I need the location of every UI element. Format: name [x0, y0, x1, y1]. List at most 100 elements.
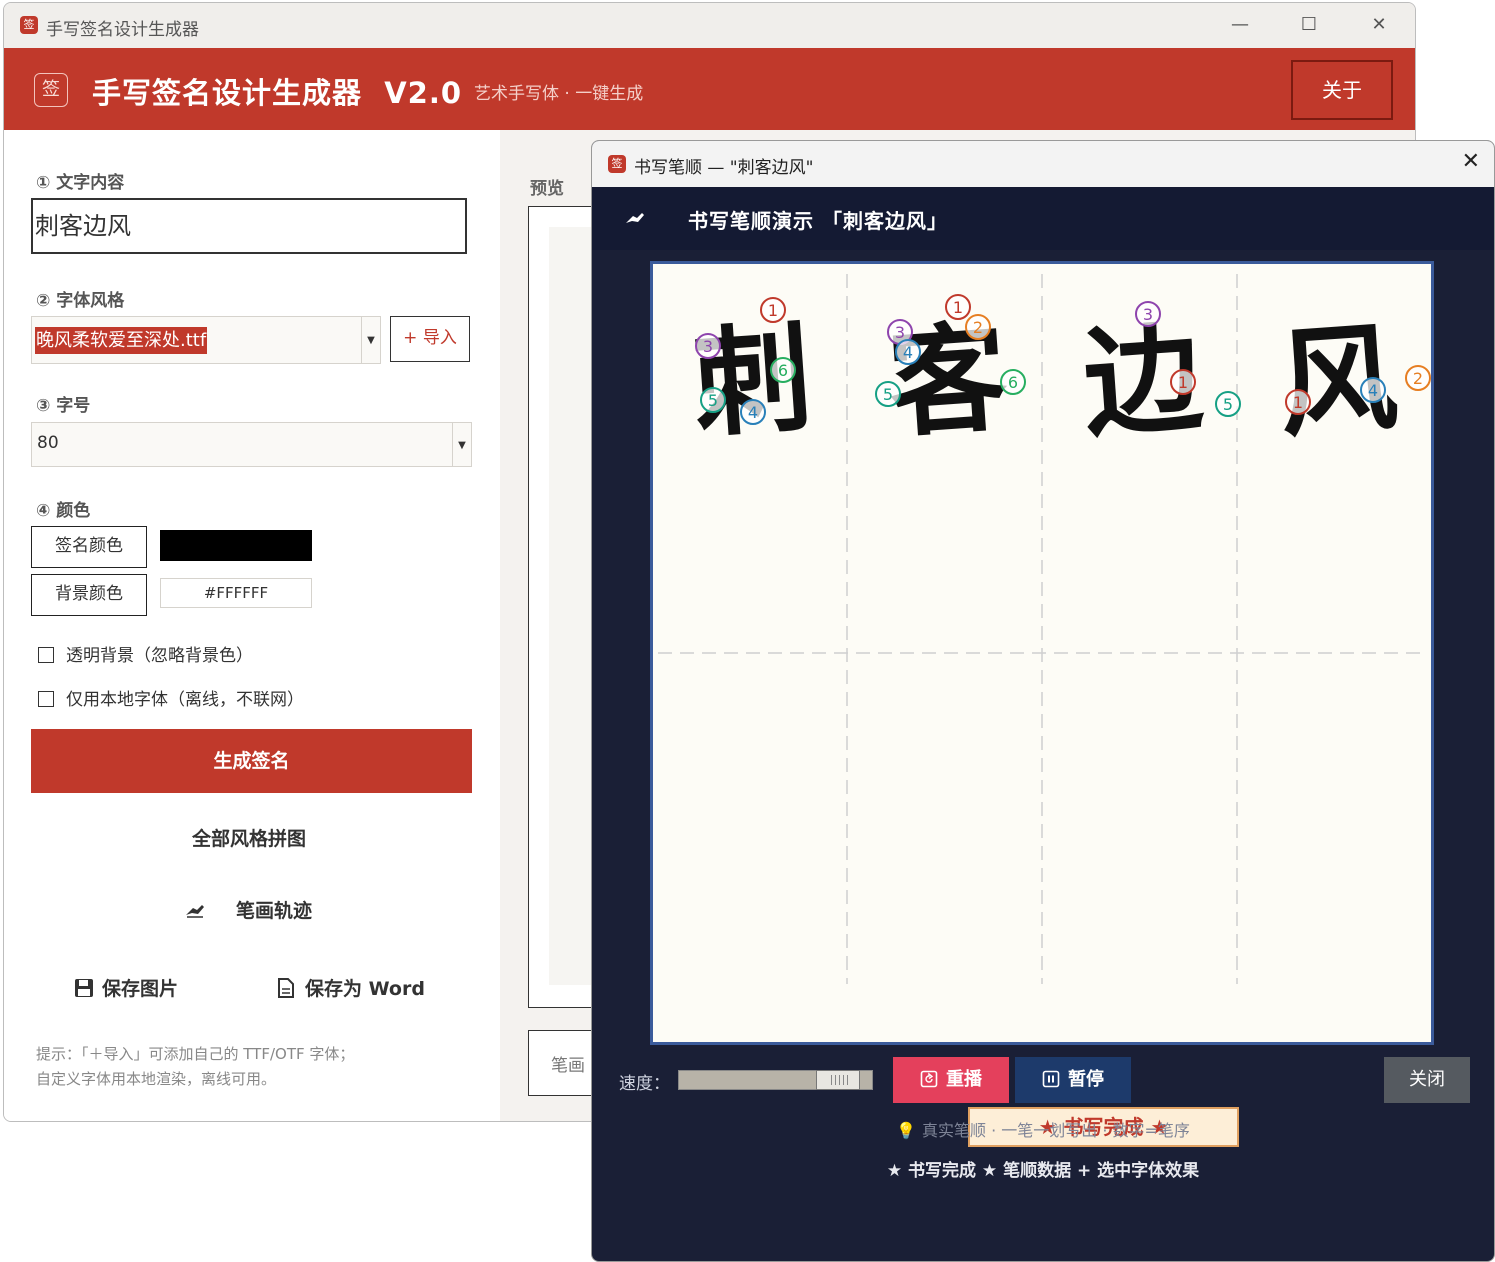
- bg-color-swatch[interactable]: #FFFFFF: [160, 578, 312, 608]
- chevron-down-icon: ▼: [361, 317, 380, 363]
- stroke-order-marker: 4: [740, 399, 766, 425]
- sign-color-button[interactable]: 签名颜色: [31, 526, 147, 568]
- app-icon: 签: [20, 16, 38, 34]
- stroke-order-marker: 1: [945, 294, 971, 320]
- save-word-label: 保存为 Word: [305, 978, 425, 1000]
- hint-line-2: ★ 书写完成 ★ 笔顺数据 + 选中字体效果: [886, 1161, 1200, 1181]
- maximize-button[interactable]: ☐: [1294, 13, 1324, 37]
- save-icon: [75, 979, 93, 997]
- speed-label: 速度：: [619, 1074, 670, 1094]
- stroke-order-marker: 1: [1170, 369, 1196, 395]
- stroke-order-marker: 1: [1285, 389, 1311, 415]
- writing-hand-icon: [626, 213, 644, 223]
- stroke-order-marker: 5: [875, 381, 901, 407]
- stroke-order-marker: 3: [1135, 301, 1161, 327]
- dialog-header-title: 书写笔顺演示 「刺客边风」: [688, 209, 948, 233]
- preview-label: 预览: [530, 179, 564, 199]
- local-font-label: 仅用本地字体（离线，不联网）: [66, 690, 304, 710]
- svg-text:1: 1: [1178, 373, 1188, 392]
- dialog-close-button[interactable]: ✕: [1462, 149, 1480, 174]
- svg-text:6: 6: [1008, 373, 1018, 392]
- main-titlebar[interactable]: 签 手写签名设计生成器 — ☐ ✕: [4, 3, 1415, 48]
- transparent-bg-label: 透明背景（忽略背景色）: [66, 646, 253, 666]
- stroke-character: 风: [1274, 307, 1401, 454]
- stroke-order-marker: 3: [695, 333, 721, 359]
- svg-text:4: 4: [1368, 381, 1378, 400]
- font-size-value: 80: [37, 433, 59, 453]
- sign-color-swatch[interactable]: [160, 530, 312, 561]
- all-styles-button[interactable]: 全部风格拼图: [192, 824, 306, 851]
- replay-icon: [920, 1070, 938, 1088]
- document-icon: [278, 978, 294, 998]
- save-image-label: 保存图片: [102, 978, 179, 1000]
- svg-text:5: 5: [1223, 395, 1233, 414]
- bg-color-button[interactable]: 背景颜色: [31, 574, 147, 616]
- svg-text:5: 5: [883, 385, 893, 404]
- svg-text:1: 1: [1293, 393, 1303, 412]
- stroke-character: 刺: [689, 307, 816, 454]
- save-image-button[interactable]: 保存图片: [74, 974, 178, 1001]
- font-style-label: ② 字体风格: [36, 291, 125, 311]
- stroke-order-marker: 1: [760, 297, 786, 323]
- svg-text:4: 4: [748, 403, 758, 422]
- writing-hand-icon: [186, 905, 204, 918]
- replay-button[interactable]: 重播: [893, 1057, 1009, 1103]
- stroke-canvas: 刺客边风 13654132465315241 ★ 书写完成 ★: [650, 261, 1434, 1147]
- stroke-order-marker: 5: [700, 387, 726, 413]
- dialog-header: 书写笔顺演示 「刺客边风」: [592, 187, 1494, 250]
- stroke-path-button[interactable]: 笔画轨迹: [184, 896, 312, 923]
- stroke-order-dialog: 签 书写笔顺 — "刺客边风" ✕ 书写笔顺演示 「刺客边风」 刺客边风 136…: [591, 140, 1495, 1262]
- stroke-canvas-svg: 刺客边风 1365413 2465315241: [658, 274, 1431, 984]
- import-font-button[interactable]: + 导入: [390, 316, 470, 362]
- close-button[interactable]: ✕: [1364, 13, 1394, 37]
- chevron-down-icon: ▼: [452, 423, 471, 466]
- settings-panel: ① 文字内容 刺客边风 ② 字体风格 晚风柔软爱至深处.ttf ▼ + 导入 ③…: [4, 130, 500, 1121]
- font-size-select[interactable]: 80 ▼: [31, 422, 472, 467]
- checkbox-icon: [38, 647, 54, 663]
- svg-text:3: 3: [703, 337, 713, 356]
- about-button[interactable]: 关于: [1291, 60, 1393, 120]
- local-font-checkbox[interactable]: 仅用本地字体（离线，不联网）: [38, 685, 304, 710]
- svg-text:3: 3: [1143, 305, 1153, 324]
- bulb-icon: 💡: [896, 1121, 916, 1140]
- dialog-app-icon: 签: [608, 155, 626, 173]
- hint-line-1: 💡 真实笔顺 · 一笔一划写出 · 数字=笔序: [592, 1117, 1494, 1141]
- text-input[interactable]: 刺客边风: [31, 198, 467, 254]
- pause-icon: [1042, 1070, 1060, 1088]
- stroke-order-marker: 2: [1405, 365, 1431, 391]
- dialog-close-action-button[interactable]: 关闭: [1384, 1057, 1470, 1103]
- svg-text:1: 1: [953, 298, 963, 317]
- app-header: 签 手写签名设计生成器 V2.0 艺术手写体 · 一键生成 关于: [4, 48, 1415, 130]
- stroke-order-marker: 6: [1000, 369, 1026, 395]
- dialog-titlebar[interactable]: 签 书写笔顺 — "刺客边风" ✕: [592, 141, 1494, 187]
- pause-label: 暂停: [1068, 1069, 1104, 1090]
- tip-text: 提示：「＋导入」可添加自己的 TTF/OTF 字体； 自定义字体用本地渲染，离线…: [36, 1042, 354, 1092]
- svg-text:2: 2: [973, 318, 983, 337]
- dialog-title: 书写笔顺 — "刺客边风": [634, 158, 814, 178]
- tip-line-1: 提示：「＋导入」可添加自己的 TTF/OTF 字体；: [36, 1045, 355, 1063]
- pause-button[interactable]: 暂停: [1015, 1057, 1131, 1103]
- font-size-label: ③ 字号: [36, 396, 91, 416]
- generate-button[interactable]: 生成签名: [31, 729, 472, 793]
- text-content-label: ① 文字内容: [36, 173, 125, 193]
- color-label: ④ 颜色: [36, 501, 91, 521]
- app-title: 手写签名设计生成器 V2.0: [92, 76, 463, 110]
- stroke-order-marker: 2: [965, 314, 991, 340]
- minimize-button[interactable]: —: [1225, 13, 1255, 37]
- stroke-order-marker: 4: [1360, 377, 1386, 403]
- hint-line-1-text: 真实笔顺 · 一笔一划写出 · 数字=笔序: [921, 1121, 1190, 1140]
- speed-slider-handle[interactable]: [815, 1070, 860, 1090]
- svg-text:2: 2: [1413, 369, 1423, 388]
- stroke-order-marker: 4: [895, 339, 921, 365]
- svg-text:5: 5: [708, 391, 718, 410]
- replay-label: 重播: [946, 1069, 982, 1090]
- transparent-bg-checkbox[interactable]: 透明背景（忽略背景色）: [38, 641, 253, 666]
- logo-icon: 签: [34, 73, 68, 107]
- svg-text:4: 4: [903, 343, 913, 362]
- save-word-button[interactable]: 保存为 Word: [277, 974, 425, 1001]
- font-select-value: 晚风柔软爱至深处.ttf: [35, 327, 208, 354]
- tip-line-2: 自定义字体用本地渲染，离线可用。: [36, 1070, 277, 1088]
- window-title: 手写签名设计生成器: [46, 20, 199, 40]
- font-select[interactable]: 晚风柔软爱至深处.ttf ▼: [31, 316, 381, 364]
- stroke-preview-label: 笔画: [551, 1056, 585, 1076]
